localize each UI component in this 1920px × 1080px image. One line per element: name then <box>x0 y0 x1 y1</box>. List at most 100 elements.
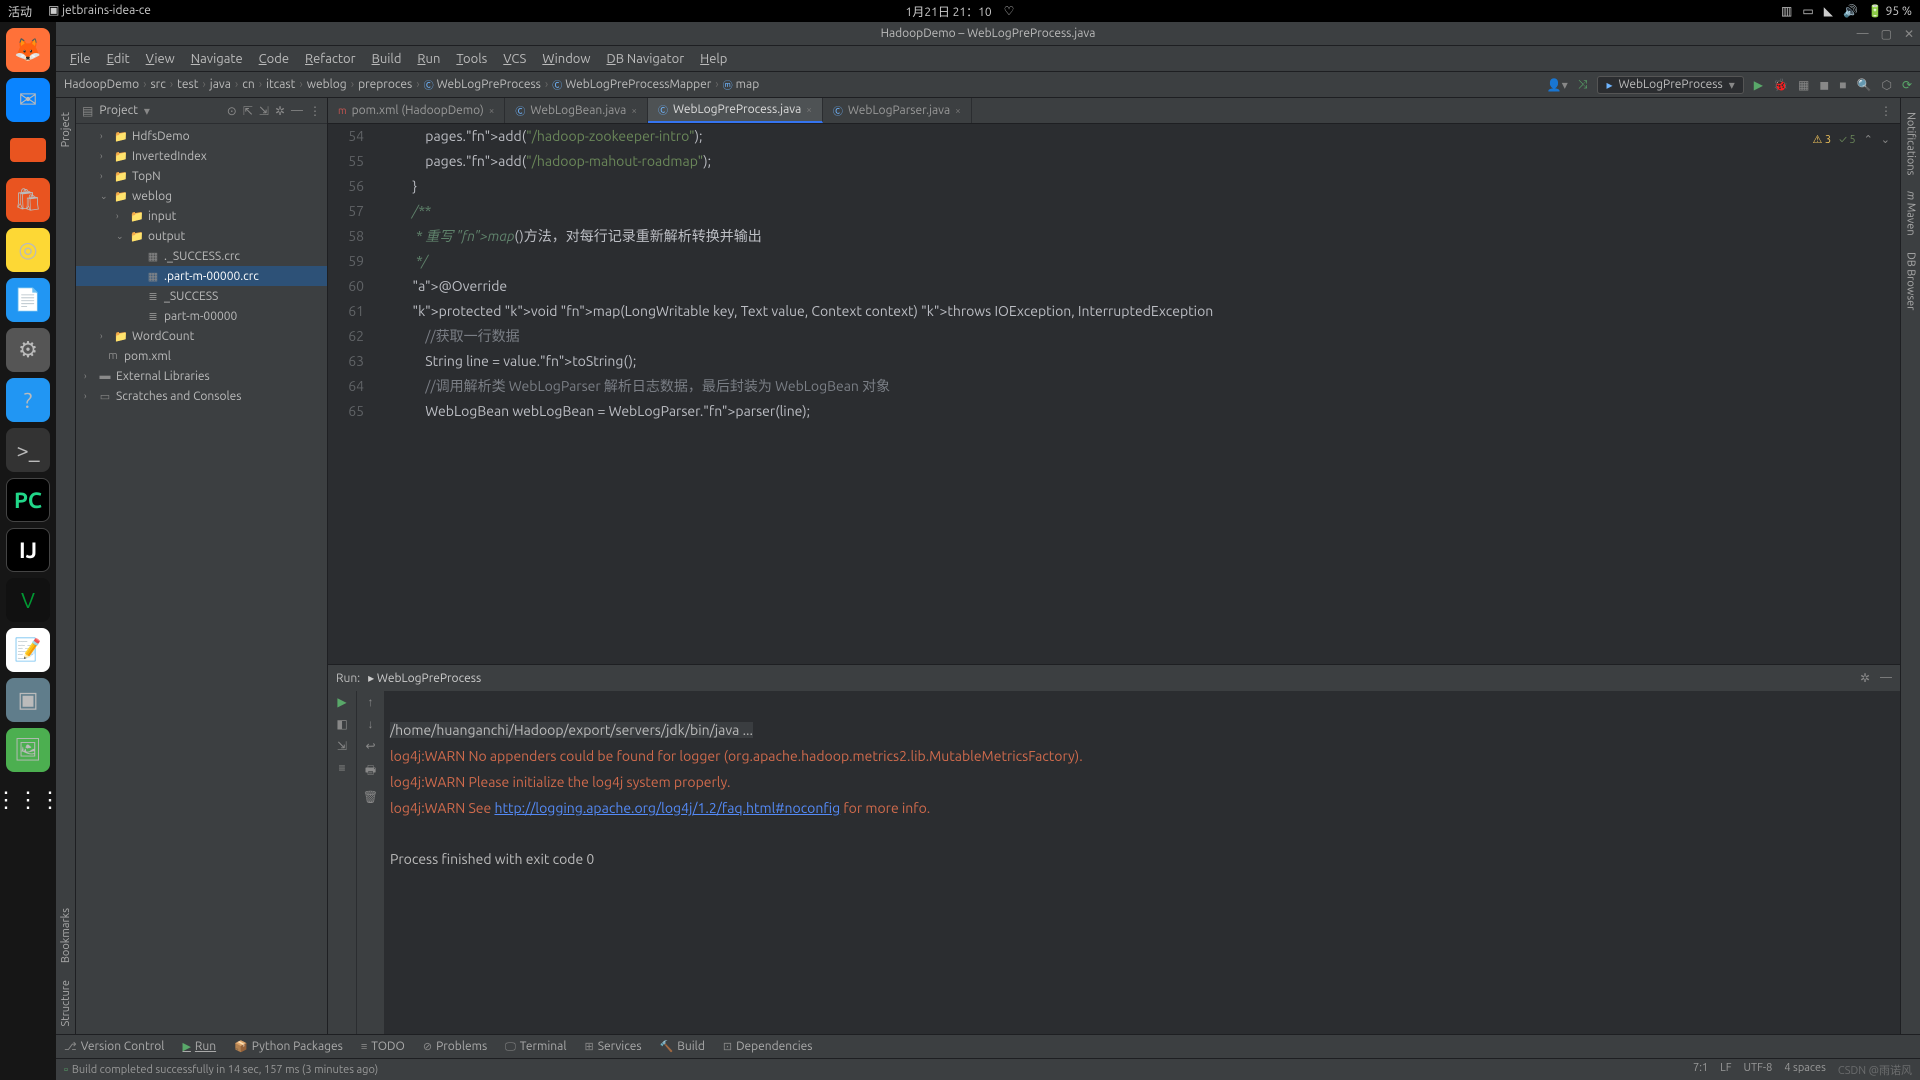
down-icon[interactable]: ↓ <box>368 717 374 731</box>
dock-software[interactable]: 🛍 <box>6 178 50 222</box>
scroll-icon[interactable]: 🖶 <box>365 761 376 782</box>
tree-item[interactable]: ›▭Scratches and Consoles <box>76 386 327 406</box>
close-button[interactable]: ✕ <box>1904 27 1914 41</box>
editor-tab[interactable]: mpom.xml (HadoopDemo)× <box>328 98 505 123</box>
tree-item[interactable]: ›📁InvertedIndex <box>76 146 327 166</box>
code-editor[interactable]: 545556575859606162636465 pages."fn">add(… <box>328 124 1900 664</box>
pin-icon[interactable]: ≡ <box>338 761 345 775</box>
clock[interactable]: 1月21日 21：10 <box>906 3 992 20</box>
tool-run[interactable]: ▶Run <box>182 1040 216 1053</box>
tree-item[interactable]: ›📁WordCount <box>76 326 327 346</box>
collapse-all-icon[interactable]: ⇲ <box>259 104 269 118</box>
breadcrumb[interactable]: ⒸWebLogPreProcess <box>424 77 553 92</box>
more-icon[interactable]: ⋮ <box>309 104 321 118</box>
tree-item[interactable]: mpom.xml <box>76 346 327 366</box>
ide-settings-icon[interactable]: ⬡ <box>1881 78 1891 92</box>
breadcrumb[interactable]: java <box>210 78 242 91</box>
tool-structure[interactable]: Structure <box>58 972 74 1035</box>
tool-dependencies[interactable]: ⊡Dependencies <box>723 1040 813 1053</box>
indent[interactable]: 4 spaces <box>1784 1062 1826 1078</box>
breadcrumb[interactable]: ⓜmap <box>723 77 768 92</box>
build-icon[interactable]: ⤨ <box>1578 78 1588 92</box>
inspect-down[interactable]: ⌄ <box>1881 128 1890 153</box>
breadcrumb[interactable]: itcast <box>266 78 307 91</box>
dock-texteditor[interactable]: 📝 <box>6 628 50 672</box>
tool-project[interactable]: Project <box>58 104 74 155</box>
settings-icon[interactable]: ✲ <box>275 104 285 118</box>
menu-file[interactable]: File <box>64 50 97 68</box>
tool-python-packages[interactable]: 📦Python Packages <box>234 1040 343 1053</box>
menu-run[interactable]: Run <box>411 50 446 68</box>
dock-rhythmbox[interactable]: ◎ <box>6 228 50 272</box>
tool-version-control[interactable]: ⎇Version Control <box>64 1040 164 1053</box>
dock-thunderbird[interactable]: ✉ <box>6 78 50 122</box>
breadcrumb[interactable]: cn <box>242 78 266 91</box>
close-icon[interactable]: × <box>631 105 637 116</box>
sync-icon[interactable]: ⟳ <box>1902 78 1912 92</box>
tree-item[interactable]: ≣_SUCCESS <box>76 286 327 306</box>
tool-todo[interactable]: ≡TODO <box>361 1040 405 1053</box>
dock-virtualbox[interactable]: ▣ <box>6 678 50 722</box>
activities-label[interactable]: 活动 <box>8 3 32 20</box>
tool-terminal[interactable]: 🖵Terminal <box>505 1040 566 1054</box>
menu-vcs[interactable]: VCS <box>497 50 532 68</box>
menu-view[interactable]: View <box>140 50 181 68</box>
up-icon[interactable]: ↑ <box>368 695 374 709</box>
line-ending[interactable]: LF <box>1720 1062 1731 1078</box>
weak-warnings-badge[interactable]: ✓ 5 <box>1839 128 1855 153</box>
dock-terminal[interactable]: >_ <box>6 428 50 472</box>
tree-item[interactable]: ▦._SUCCESS.crc <box>76 246 327 266</box>
stop-icon[interactable]: ◧ <box>336 717 347 731</box>
breadcrumb[interactable]: ⒸWebLogPreProcessMapper <box>552 77 722 92</box>
tabs-more[interactable]: ⋮ <box>1872 98 1900 123</box>
menu-window[interactable]: Window <box>536 50 596 68</box>
close-icon[interactable]: × <box>806 104 812 115</box>
breadcrumb[interactable]: weblog <box>307 78 358 91</box>
profile-button[interactable]: ◼ <box>1819 78 1829 92</box>
menu-db-navigator[interactable]: DB Navigator <box>601 50 691 68</box>
dock-pycharm[interactable]: PC <box>6 478 50 522</box>
battery-status[interactable]: 🔋 95 % <box>1868 4 1912 18</box>
tree-item[interactable]: ▦.part-m-00000.crc <box>76 266 327 286</box>
project-view-label[interactable]: Project <box>99 104 138 117</box>
debug-button[interactable]: 🐞 <box>1773 78 1788 92</box>
tree-item[interactable]: ›📁HdfsDemo <box>76 126 327 146</box>
user-icon[interactable]: 👤▾ <box>1547 78 1568 92</box>
search-icon[interactable]: 🔍 <box>1857 78 1872 92</box>
editor-tab[interactable]: ⒸWebLogParser.java× <box>823 98 972 123</box>
stop-button[interactable]: ■ <box>1839 78 1846 92</box>
warnings-badge[interactable]: ⚠ 3 <box>1813 128 1832 153</box>
rerun-icon[interactable]: ▶ <box>337 695 346 709</box>
breadcrumb[interactable]: test <box>177 78 210 91</box>
hide-icon[interactable]: — <box>291 104 303 118</box>
run-settings-icon[interactable]: ✲ <box>1860 671 1870 685</box>
menu-tools[interactable]: Tools <box>450 50 493 68</box>
tray-icon[interactable]: ▭ <box>1802 4 1813 18</box>
close-icon[interactable]: × <box>955 105 961 116</box>
maximize-button[interactable]: ▢ <box>1881 27 1892 41</box>
breadcrumb[interactable]: HadoopDemo <box>64 78 150 91</box>
close-icon[interactable]: × <box>489 105 495 116</box>
run-hide-icon[interactable]: — <box>1880 671 1892 685</box>
tool-notifications[interactable]: Notifications <box>1903 104 1919 183</box>
select-opened-icon[interactable]: ⊙ <box>227 104 237 118</box>
wifi-icon[interactable]: ◣ <box>1824 4 1833 18</box>
dock-files[interactable] <box>6 128 50 172</box>
tray-icon[interactable]: ▥ <box>1781 4 1792 18</box>
coverage-button[interactable]: ▦ <box>1798 78 1809 92</box>
console-output[interactable]: /home/huanganchi/Hadoop/export/servers/j… <box>384 691 1900 1034</box>
project-tree[interactable]: ›📁HdfsDemo›📁InvertedIndex›📁TopN⌄📁weblog›… <box>76 124 327 1034</box>
tree-item[interactable]: ›📁input <box>76 206 327 226</box>
tree-item[interactable]: ≣part-m-00000 <box>76 306 327 326</box>
caret-position[interactable]: 7:1 <box>1693 1062 1708 1078</box>
encoding[interactable]: UTF-8 <box>1744 1062 1773 1078</box>
run-config-name[interactable]: ▸ WebLogPreProcess <box>368 671 481 685</box>
tool-db-browser[interactable]: DB Browser <box>1903 244 1919 318</box>
menu-help[interactable]: Help <box>694 50 733 68</box>
tool-bookmarks[interactable]: Bookmarks <box>58 900 74 971</box>
dock-show-apps[interactable]: ⋮⋮⋮ <box>6 778 50 822</box>
dock-intellij[interactable]: IJ <box>6 528 50 572</box>
layout-icon[interactable]: ⇲ <box>337 739 347 753</box>
breadcrumb[interactable]: src <box>150 78 177 91</box>
dock-firefox[interactable]: 🦊 <box>6 28 50 72</box>
